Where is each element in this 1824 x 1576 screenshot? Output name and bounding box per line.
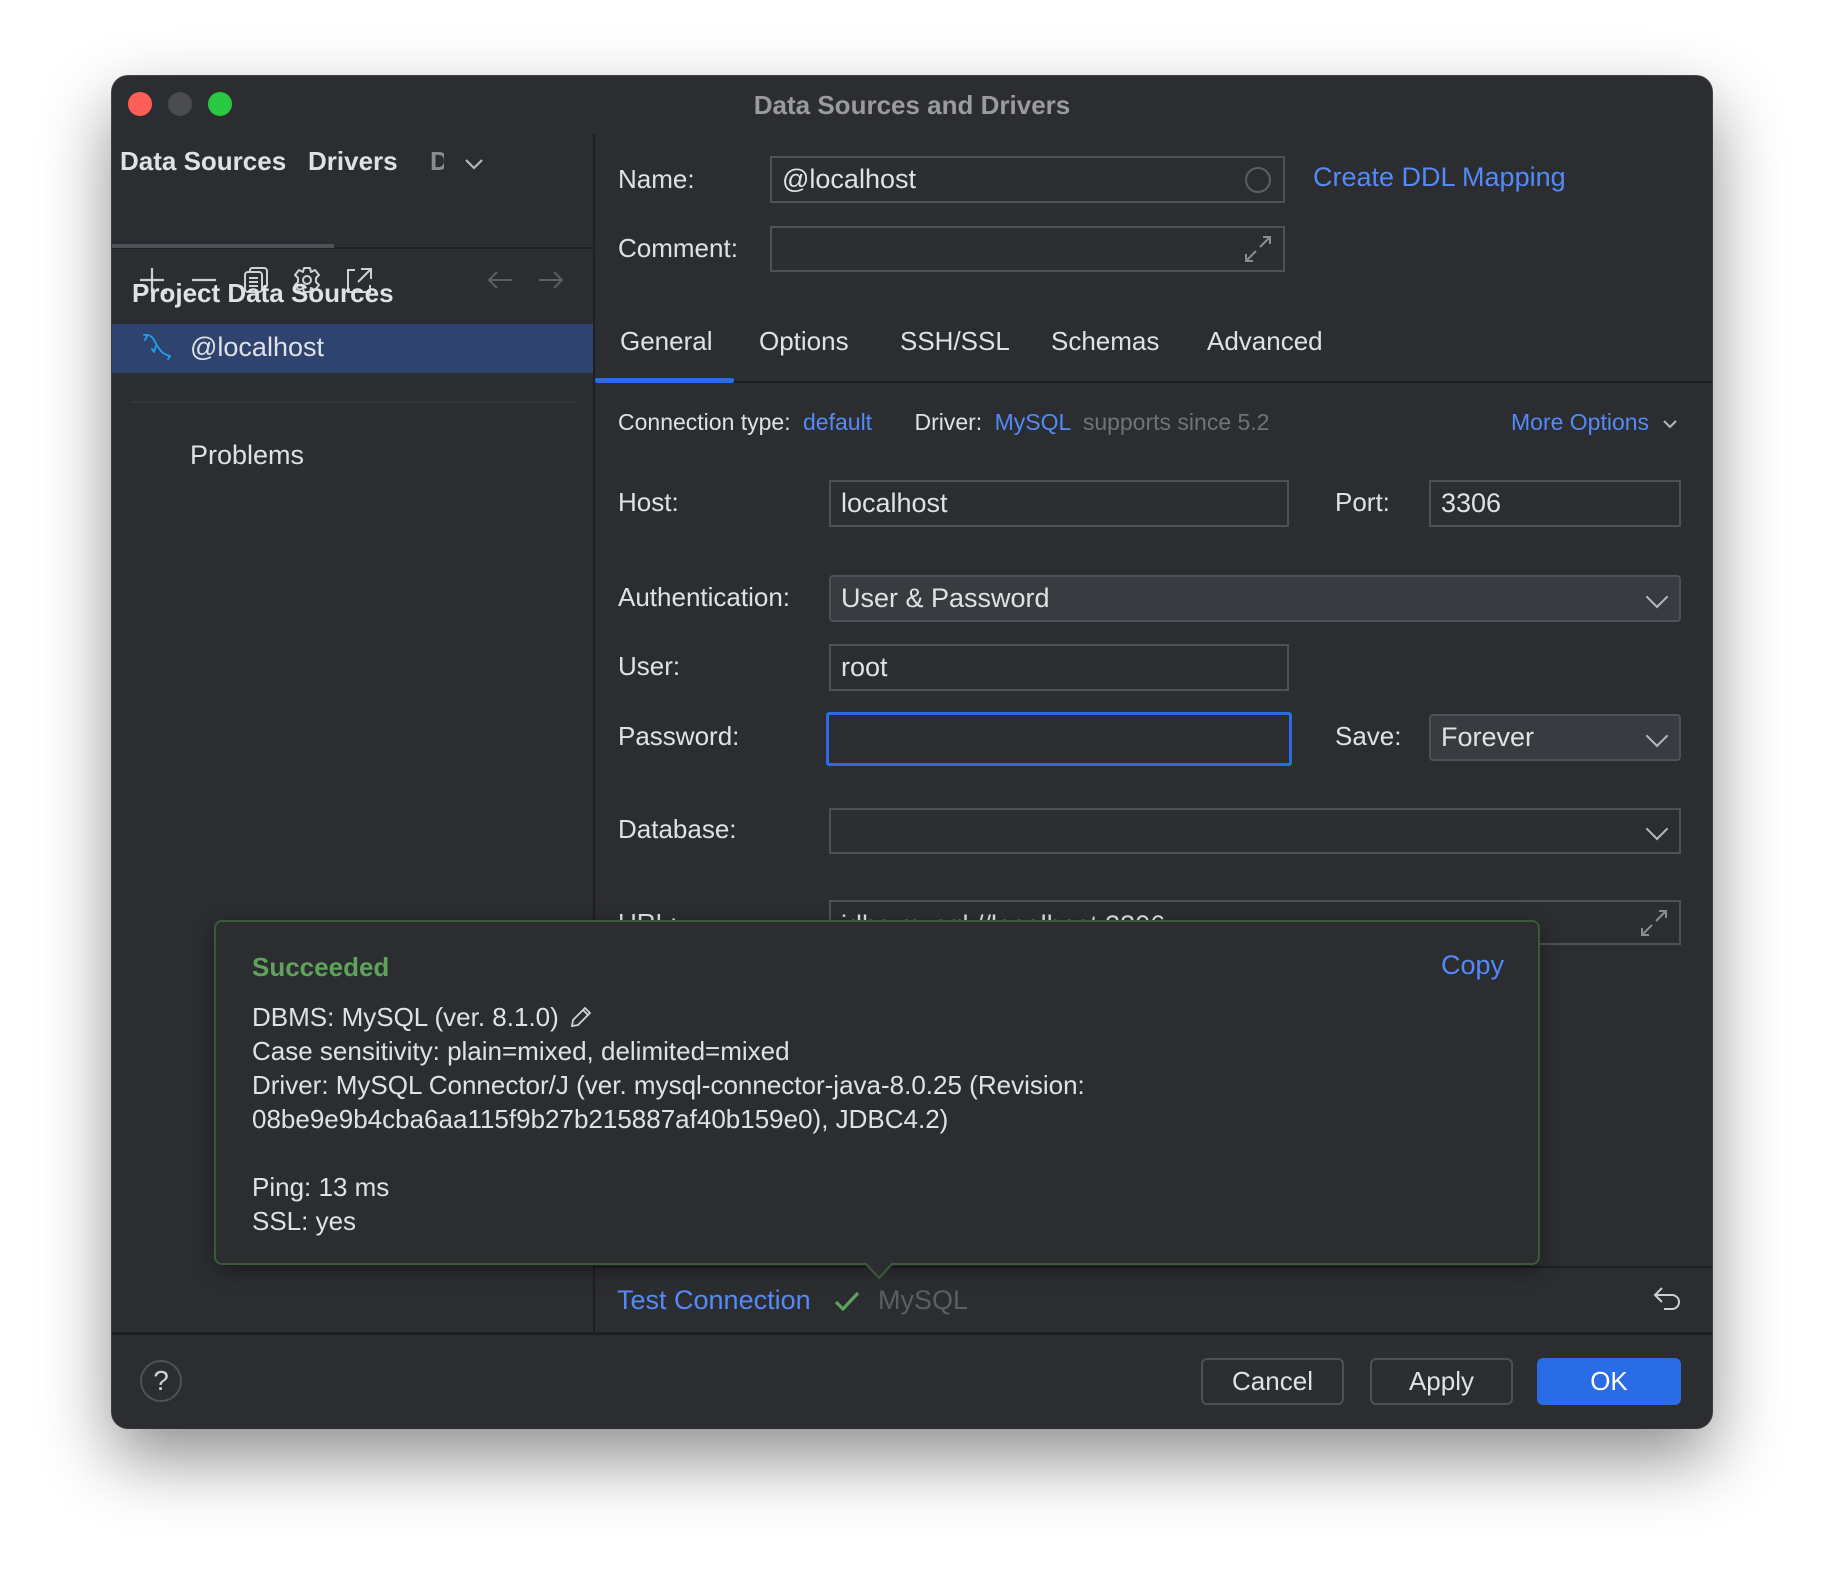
mysql-dolphin-icon (142, 332, 174, 364)
popup-line: Driver: MySQL Connector/J (ver. mysql-co… (252, 1070, 1085, 1100)
host-label: Host: (618, 487, 679, 517)
comment-input[interactable] (770, 226, 1285, 272)
tab-drivers[interactable]: Drivers (308, 146, 398, 177)
authentication-dropdown[interactable]: User & Password (829, 575, 1681, 622)
window-title: Data Sources and Drivers (753, 90, 1071, 120)
project-data-sources-heading: Project Data Sources (132, 278, 394, 308)
tab-general[interactable]: General (620, 326, 713, 357)
tabs-divider (595, 381, 1712, 383)
name-label: Name: (618, 164, 695, 194)
create-ddl-mapping-link[interactable]: Create DDL Mapping (1313, 162, 1566, 193)
popup-pointer (864, 1262, 894, 1280)
tab-truncated[interactable]: D (430, 146, 444, 177)
save-dropdown[interactable]: Forever (1429, 714, 1681, 761)
chevron-down-icon (1645, 817, 1669, 841)
left-panel-separator (131, 401, 577, 403)
chevron-down-icon (1663, 420, 1678, 429)
popup-line: Ping: 13 ms (252, 1172, 390, 1202)
popup-line: SSL: yes (252, 1206, 357, 1236)
data-source-label: @localhost (190, 332, 324, 362)
tab-options[interactable]: Options (759, 326, 849, 357)
title-bar: Data Sources and Drivers (112, 76, 1712, 134)
port-label: Port: (1335, 487, 1390, 517)
active-tab-indicator (595, 378, 734, 383)
host-value: localhost (841, 488, 948, 518)
back-arrow-icon[interactable] (484, 264, 516, 296)
authentication-label: Authentication: (618, 582, 791, 612)
port-input[interactable]: 3306 (1429, 480, 1681, 527)
cancel-button[interactable]: Cancel (1201, 1358, 1344, 1405)
authentication-value: User & Password (841, 583, 1050, 613)
host-input[interactable]: localhost (829, 480, 1289, 527)
user-input[interactable]: root (829, 644, 1289, 691)
status-succeeded: Succeeded (252, 952, 390, 982)
popup-line: 08be9e9b4cba6aa115f9b27b215887af40b159e0… (252, 1104, 949, 1134)
database-label: Database: (618, 814, 737, 844)
tab-ssh-ssl[interactable]: SSH/SSL (900, 326, 1010, 357)
popup-line: DBMS: MySQL (ver. 8.1.0) (252, 1002, 594, 1033)
user-value: root (841, 652, 888, 682)
driver-label: Driver: (914, 409, 983, 435)
more-options-link[interactable]: More Options (1511, 409, 1679, 436)
save-label: Save: (1335, 721, 1402, 751)
data-sources-dialog: Data Sources and Drivers Data Sources Dr… (112, 76, 1712, 1428)
test-result-driver: MySQL (878, 1285, 969, 1315)
comment-label: Comment: (618, 233, 738, 263)
expand-icon[interactable] (1243, 234, 1273, 264)
driver-note: supports since 5.2 (1082, 409, 1270, 435)
chevron-down-icon (1645, 724, 1669, 747)
color-picker-circle-icon[interactable] (1245, 167, 1271, 193)
password-input[interactable] (826, 712, 1292, 766)
tabs-overflow-chevron-icon[interactable] (460, 150, 488, 178)
password-label: Password: (618, 721, 740, 751)
expand-icon[interactable] (1639, 908, 1669, 938)
chevron-down-icon (1645, 585, 1669, 608)
help-question-icon[interactable]: ? (140, 1360, 182, 1402)
dbms-line: DBMS: MySQL (ver. 8.1.0) (252, 1002, 559, 1032)
user-label: User: (618, 651, 681, 681)
connection-type-label: Connection type: (618, 409, 791, 435)
checkmark-success-icon (832, 1286, 862, 1316)
apply-button[interactable]: Apply (1370, 1358, 1513, 1405)
connection-info-row: Connection type: default Driver: MySQL s… (618, 409, 1269, 436)
tab-advanced[interactable]: Advanced (1207, 326, 1323, 357)
test-connection-result-popup: Succeeded Copy DBMS: MySQL (ver. 8.1.0) … (214, 920, 1540, 1265)
test-connection-link[interactable]: Test Connection (617, 1285, 811, 1316)
name-value: @localhost (782, 164, 916, 194)
tab-schemas[interactable]: Schemas (1051, 326, 1159, 357)
more-options-label: More Options (1511, 409, 1650, 435)
database-dropdown[interactable] (829, 808, 1681, 854)
tab-data-sources[interactable]: Data Sources (120, 146, 286, 177)
port-value: 3306 (1441, 488, 1502, 518)
edit-pencil-icon[interactable] (568, 1004, 594, 1030)
test-row-top-divider (595, 1266, 1712, 1268)
forward-arrow-icon[interactable] (535, 264, 567, 296)
driver-link[interactable]: MySQL (995, 409, 1071, 435)
ok-button[interactable]: OK (1537, 1358, 1681, 1405)
popup-line: Case sensitivity: plain=mixed, delimited… (252, 1036, 790, 1066)
save-value: Forever (1441, 722, 1535, 752)
active-tab-indicator (112, 244, 334, 248)
footer-divider (112, 1332, 1712, 1335)
problems-item[interactable]: Problems (190, 440, 304, 471)
revert-undo-icon[interactable] (1652, 1282, 1684, 1314)
data-source-item-localhost[interactable]: @localhost (112, 324, 593, 373)
copy-link[interactable]: Copy (1441, 950, 1504, 981)
connection-type-link[interactable]: default (803, 409, 872, 435)
name-input[interactable]: @localhost (770, 156, 1285, 203)
